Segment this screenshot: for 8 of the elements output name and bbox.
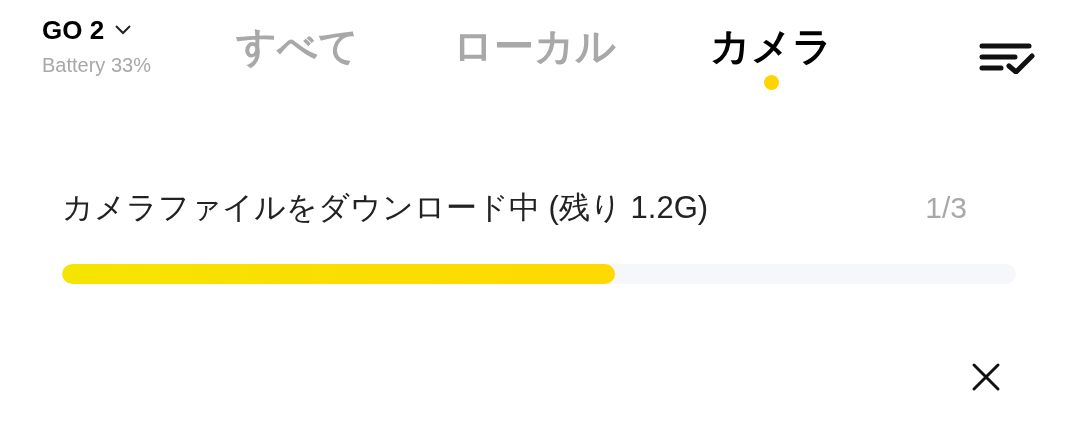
checklist-icon[interactable]: [979, 42, 1035, 74]
tab[interactable]: カメラ: [710, 18, 833, 94]
download-message: カメラファイルをダウンロード中 (残り 1.2G): [62, 189, 709, 227]
battery-status: Battery 33%: [42, 53, 152, 78]
close-icon[interactable]: [971, 362, 1001, 392]
chevron-down-icon[interactable]: [114, 24, 133, 36]
download-count: 1/3: [925, 190, 967, 226]
device-name[interactable]: GO 2: [42, 14, 105, 46]
